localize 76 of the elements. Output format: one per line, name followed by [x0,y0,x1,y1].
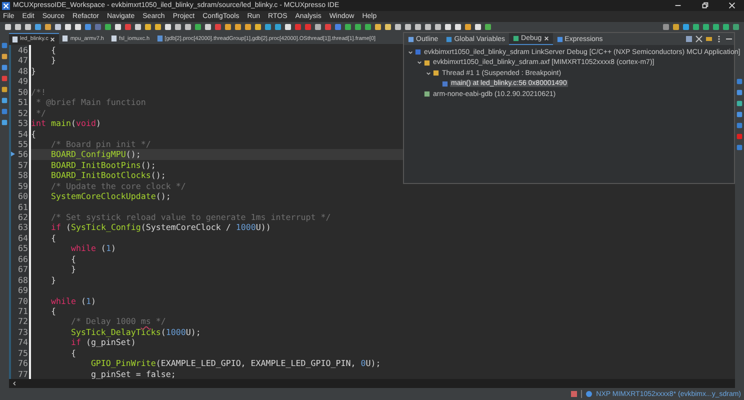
line-number: 56 [18,149,28,160]
code-line: BOARD_ConfigMPU(); [50,149,141,160]
line-number: 70 [18,296,28,306]
code-line: while (1) [70,243,116,254]
line-number: 52 [18,108,28,118]
line-number: 58 [18,170,28,181]
code-line: GPIO_PinWrite(EXAMPLE_LED_GPIO, EXAMPLE_LED_GPIO_PIN, 0U); [90,358,381,368]
line-number: 75 [18,348,28,358]
line-number: 61 [18,202,28,212]
code-line: int main(void) [31,118,101,128]
code-line: } [31,66,36,76]
line-number: 57 [18,160,28,170]
line-number: 66 [18,254,28,264]
code-line: } [50,55,56,66]
code-line: /* Set systick reload value to generate 1ms interrupt */ [50,212,331,222]
code-line: } [70,264,76,274]
instruction-pointer-icon [11,151,15,158]
line-number: 76 [18,358,28,369]
code-line: SystemCoreClockUpdate(); [50,191,171,202]
file-icon [156,35,163,42]
line-number: 73 [18,326,28,338]
code-line: */ [34,108,46,118]
code-line: BOARD_InitBootPins(); [50,160,156,170]
close-icon[interactable] [727,1,737,10]
line-number: 54 [18,128,28,139]
remove-icon[interactable] [695,35,703,43]
line-number: 64 [18,232,28,244]
line-number: 69 [18,285,28,296]
line-number: 68 [18,274,28,286]
line-number: 62 [18,212,28,222]
code-line: { [70,348,76,358]
code-line: g_pinSet = false; [90,368,176,379]
code-line: /* Update the core clock */ [50,180,186,191]
code-line: } [50,274,56,285]
close-icon[interactable] [544,36,549,41]
line-number: 48 [18,66,28,76]
code-line: { [50,232,56,243]
close-icon[interactable] [50,36,56,42]
line-number: 51 [18,97,28,108]
file-icon [110,35,117,42]
line-number: 49 [18,76,28,87]
restore-icon[interactable] [700,1,710,10]
line-number: 55 [18,138,28,150]
line-number: 72 [18,316,28,327]
code-line: /* Board pin init */ [50,138,151,149]
code-line: /*! [31,86,46,97]
line-number: 77 [18,368,28,379]
line-number: 71 [18,306,28,316]
code-line: SysTick_DelayTicks(1000U); [70,326,201,337]
file-icon [12,36,18,42]
chevron-icon[interactable] [426,70,431,76]
chevron-icon[interactable] [417,60,422,66]
line-number: 59 [18,180,28,192]
code-line: if (g_pinSet) [70,337,136,348]
line-number: 65 [18,243,28,254]
line-number: 74 [18,337,28,348]
line-number: 47 [18,55,28,66]
chevron-icon[interactable] [408,50,413,55]
code-line: /* Delay 1000 ms */ [70,316,166,326]
scroll-left-icon[interactable] [12,381,17,386]
code-line: { [70,254,76,264]
line-number: 50 [18,86,28,98]
line-number: 63 [18,222,28,233]
code-line: BOARD_InitBootClocks(); [50,170,166,180]
code-line: * @brief Main function [34,97,146,108]
line-number: 60 [18,191,28,202]
code-line: { [31,128,36,138]
app-logo-icon [2,2,10,10]
file-icon [62,35,68,42]
line-number: 46 [18,45,28,56]
code-line: { [50,45,56,55]
code-line: while (1) [50,296,96,306]
line-number: 67 [18,264,28,275]
code-line: { [50,306,56,316]
code-line: if (SysTick_Config(SystemCoreClock / 1000U)) [50,222,271,232]
line-number: 53 [18,118,28,129]
